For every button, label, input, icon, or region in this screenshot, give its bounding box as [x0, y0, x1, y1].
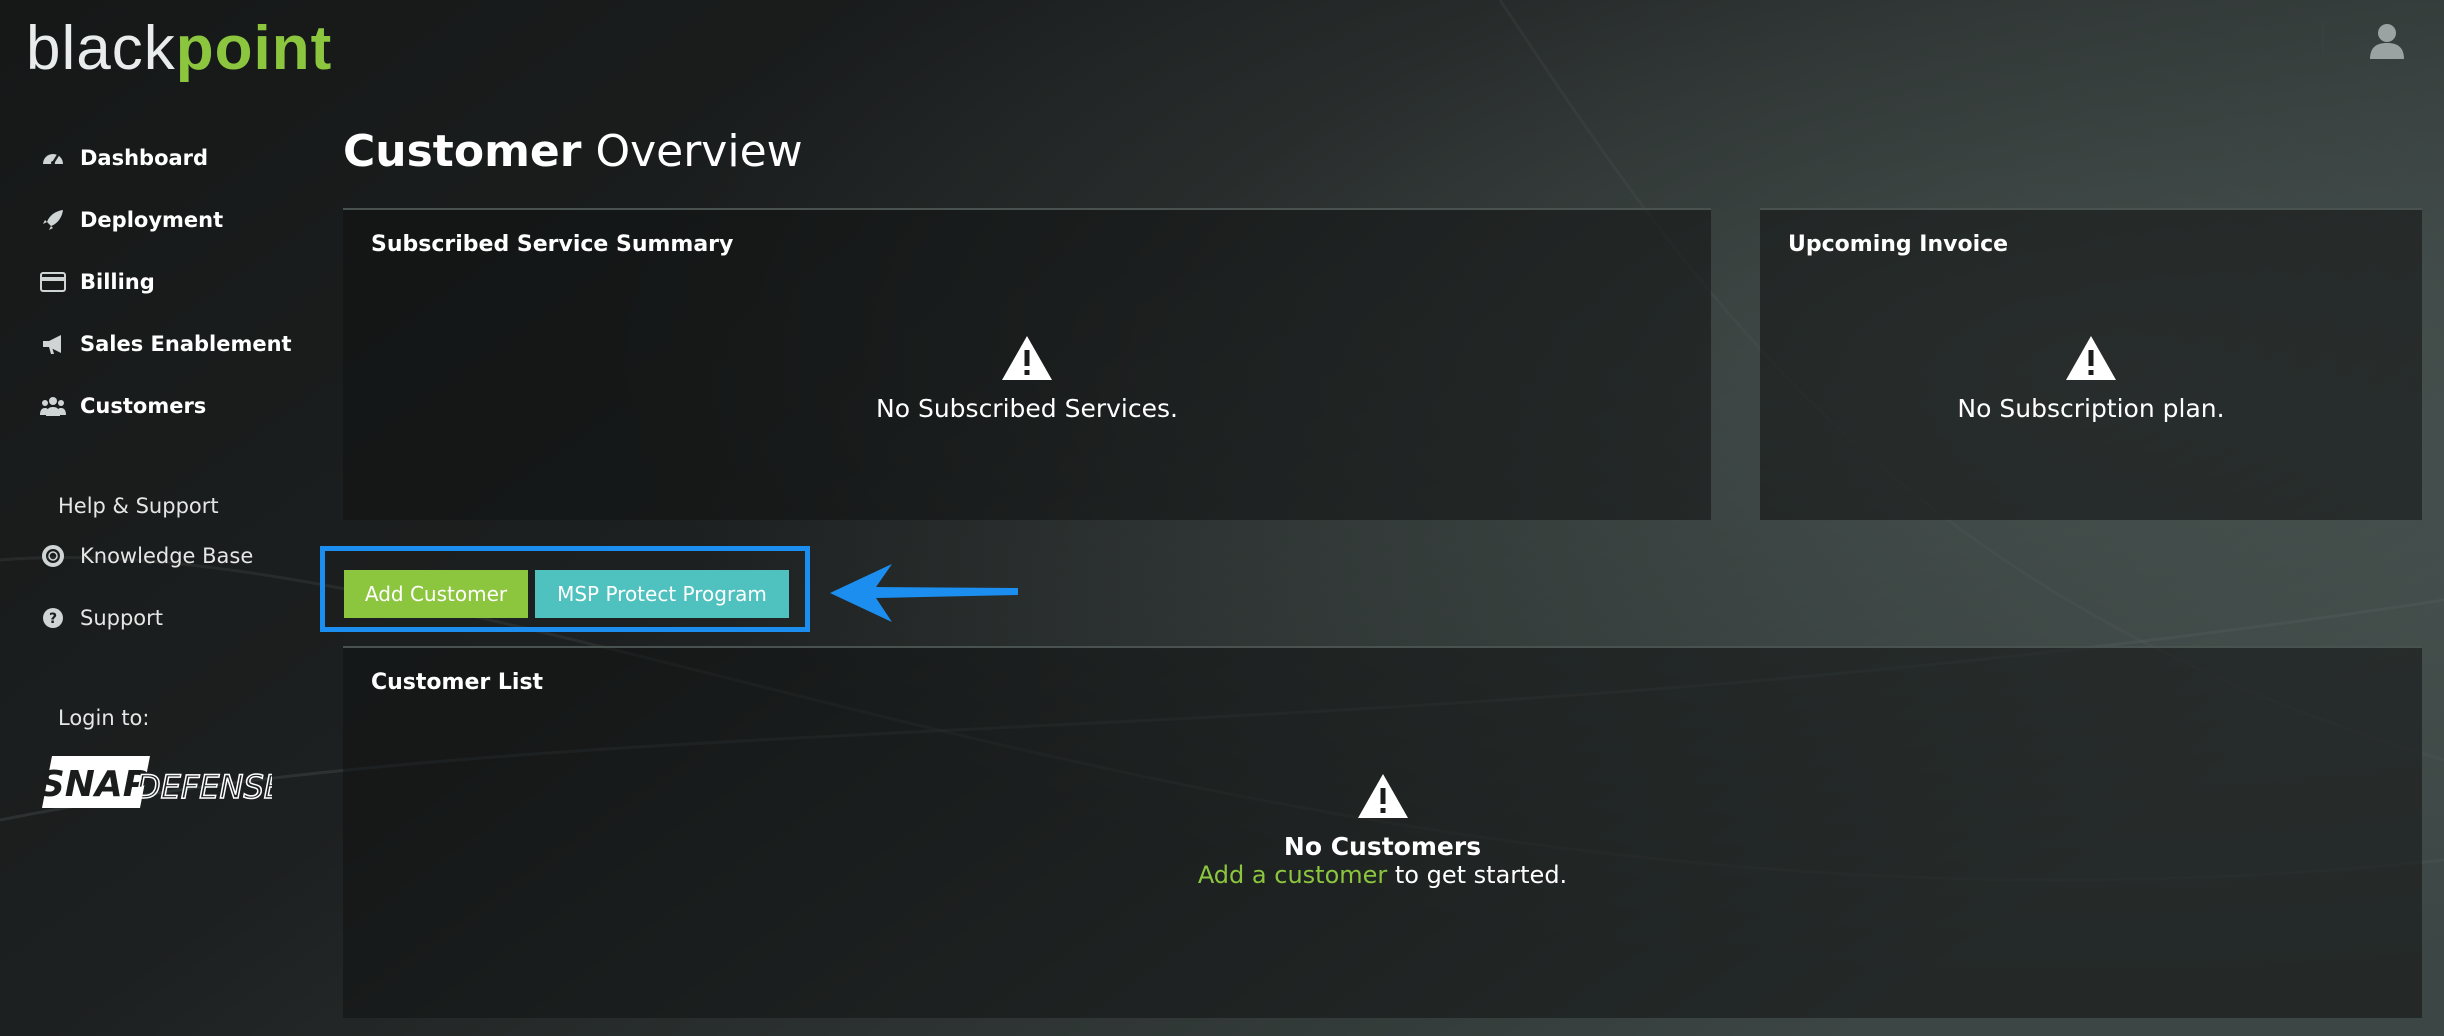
page-title-bold: Customer	[343, 126, 582, 177]
rocket-icon	[40, 207, 66, 233]
msp-protect-program-button[interactable]: MSP Protect Program	[535, 570, 789, 618]
life-ring-icon	[40, 543, 66, 569]
empty-subtext-suffix: to get started.	[1387, 861, 1568, 889]
warning-icon	[1002, 336, 1052, 380]
sidebar-item-label: Support	[80, 606, 164, 630]
warning-icon	[2066, 336, 2116, 380]
credit-card-icon	[40, 269, 66, 295]
sidebar-item-label: Dashboard	[80, 146, 209, 170]
sidebar-item-knowledge-base[interactable]: Knowledge Base	[40, 536, 253, 576]
customer-list-panel: Customer List No Customers Add a custome…	[343, 646, 2422, 1018]
empty-state: No Customers Add a customer to get start…	[343, 772, 2422, 889]
snapdefense-logo[interactable]: SNAP DEFENSE	[42, 754, 272, 810]
defense-text: DEFENSE	[136, 768, 272, 806]
sidebar-item-customers[interactable]: Customers	[40, 386, 206, 426]
panel-title: Subscribed Service Summary	[371, 232, 734, 257]
header-divider	[2322, 22, 2324, 62]
snap-text: SNAP	[42, 764, 149, 805]
sidebar-item-sales-enablement[interactable]: Sales Enablement	[40, 324, 292, 364]
upcoming-invoice-panel: Upcoming Invoice No Subscription plan.	[1760, 208, 2422, 520]
annotation-arrow-icon	[830, 564, 1018, 622]
panel-title: Customer List	[371, 670, 544, 695]
empty-state: No Subscription plan.	[1760, 334, 2422, 423]
sidebar-item-label: Sales Enablement	[80, 332, 292, 356]
sidebar-item-label: Deployment	[80, 208, 224, 232]
logo-text-point: point	[175, 14, 333, 83]
sidebar-item-label: Billing	[80, 270, 155, 294]
sidebar-item-support[interactable]: ? Support	[40, 598, 163, 638]
sidebar-item-label: Customers	[80, 394, 207, 418]
svg-text:?: ?	[49, 611, 57, 627]
warning-icon	[1357, 774, 1408, 818]
empty-message: No Subscription plan.	[1957, 394, 2225, 423]
page-title: Customer Overview	[343, 126, 803, 177]
question-circle-icon: ?	[40, 605, 66, 631]
help-support-heading: Help & Support	[58, 494, 219, 518]
users-icon	[40, 393, 66, 419]
empty-message: No Subscribed Services.	[876, 394, 1178, 423]
dashboard-gauge-icon	[40, 145, 66, 171]
sidebar-item-deployment[interactable]: Deployment	[40, 200, 223, 240]
page-title-light: Overview	[595, 126, 803, 177]
add-a-customer-link[interactable]: Add a customer	[1198, 861, 1387, 889]
sidebar-item-billing[interactable]: Billing	[40, 262, 155, 302]
add-customer-button[interactable]: Add Customer	[344, 570, 528, 618]
sidebar-item-dashboard[interactable]: Dashboard	[40, 138, 208, 178]
user-icon[interactable]	[2368, 22, 2406, 60]
empty-subtext: Add a customer to get started.	[1198, 861, 1567, 889]
subscribed-service-summary-panel: Subscribed Service Summary No Subscribed…	[343, 208, 1711, 520]
login-to-heading: Login to:	[58, 706, 150, 730]
logo-text-black: black	[26, 14, 176, 83]
panel-title: Upcoming Invoice	[1788, 232, 2009, 257]
blackpoint-logo[interactable]: blackpoint	[26, 14, 332, 84]
megaphone-icon	[40, 331, 66, 357]
empty-state: No Subscribed Services.	[343, 334, 1711, 423]
sidebar-item-label: Knowledge Base	[80, 544, 254, 568]
empty-title: No Customers	[1283, 832, 1482, 861]
